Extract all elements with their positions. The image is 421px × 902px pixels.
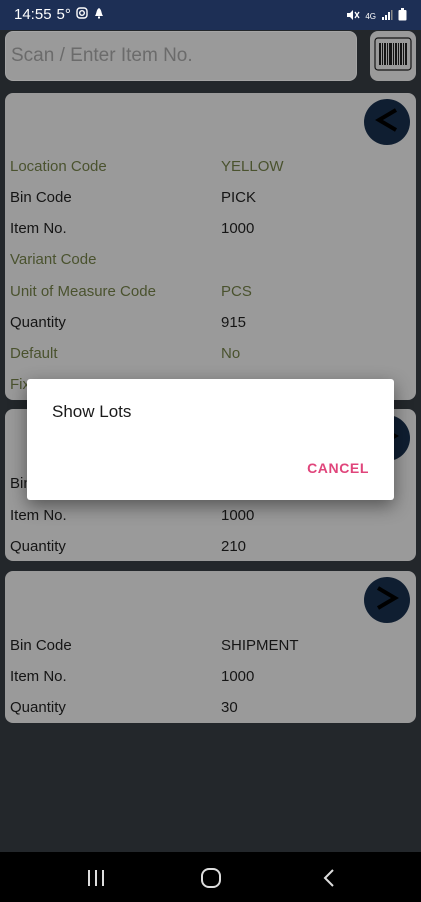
row-label: Bin Code: [10, 189, 72, 206]
mute-icon: [346, 9, 360, 24]
row-label: Item No.: [10, 668, 67, 685]
row-value: SHIPMENT: [221, 637, 299, 654]
dialog-title: Show Lots: [52, 402, 132, 421]
card-row: Bin Code SHIPMENT: [10, 637, 410, 659]
row-value: PCS: [221, 283, 252, 300]
back-icon: [318, 869, 342, 893]
status-temperature: 5°: [56, 6, 71, 23]
card-row: Quantity 915: [10, 314, 410, 336]
row-value: 1000: [221, 507, 255, 524]
row-label: Item No.: [10, 507, 67, 524]
row-value: 30: [221, 699, 238, 716]
card-row: Location Code YELLOW: [10, 158, 410, 180]
row-label: Default: [10, 345, 58, 362]
status-right: 4G: [346, 8, 407, 24]
home-icon: [199, 868, 223, 893]
row-value: 210: [221, 538, 247, 555]
row-value: 1000: [221, 220, 255, 237]
card-row: Item No. 1000: [10, 668, 410, 690]
row-label: Location Code: [10, 158, 107, 175]
barcode-scan-button[interactable]: [370, 31, 416, 81]
cancel-button[interactable]: CANCEL: [307, 460, 369, 476]
back-button[interactable]: [318, 867, 342, 889]
previous-button[interactable]: [364, 99, 410, 145]
row-label: Unit of Measure Code: [10, 283, 156, 300]
next-button[interactable]: [364, 577, 410, 623]
row-value: 915: [221, 314, 247, 331]
card-row: Quantity 30: [10, 699, 410, 721]
home-button[interactable]: [199, 867, 223, 889]
card-row: Unit of Measure Code PCS: [10, 283, 410, 305]
row-label: Item No.: [10, 220, 67, 237]
row-value: PICK: [221, 189, 257, 206]
card-row: Default No: [10, 345, 410, 367]
card-row: Item No. 1000: [10, 507, 410, 529]
card-row: Item No. 1000: [10, 220, 410, 242]
row-label: Quantity: [10, 538, 66, 555]
row-value: YELLOW: [221, 158, 284, 175]
status-bar: 14:55 5° 4G: [0, 0, 421, 30]
recents-button[interactable]: [84, 867, 108, 889]
row-label: Bin Code: [10, 637, 72, 654]
card-row: Quantity 210: [10, 538, 410, 560]
system-nav-bar: [0, 852, 421, 902]
network-type: 4G: [365, 11, 376, 21]
status-left: 14:55 5°: [14, 6, 105, 23]
row-label: Variant Code: [10, 251, 97, 268]
battery-icon: [398, 8, 407, 24]
signal-icon: [381, 9, 393, 24]
chevron-left-icon: [372, 105, 402, 140]
row-label: Quantity: [10, 699, 66, 716]
row-value: No: [221, 345, 241, 362]
notification-icon: [93, 6, 105, 23]
card-row: Variant Code: [10, 251, 410, 273]
status-time: 14:55: [14, 6, 52, 23]
scan-input[interactable]: [5, 31, 357, 81]
row-value: 1000: [221, 668, 255, 685]
instagram-icon: [76, 6, 88, 23]
barcode-icon: [374, 36, 412, 76]
bin-content-card[interactable]: Location Code YELLOW Bin Code PICK Item …: [5, 93, 416, 400]
row-label: Quantity: [10, 314, 66, 331]
recents-icon: [84, 870, 108, 893]
card-row: Bin Code PICK: [10, 189, 410, 211]
bin-content-card[interactable]: Bin Code SHIPMENT Item No. 1000 Quantity…: [5, 571, 416, 723]
show-lots-dialog: Show Lots CANCEL: [27, 379, 394, 500]
chevron-right-icon: [372, 583, 402, 618]
